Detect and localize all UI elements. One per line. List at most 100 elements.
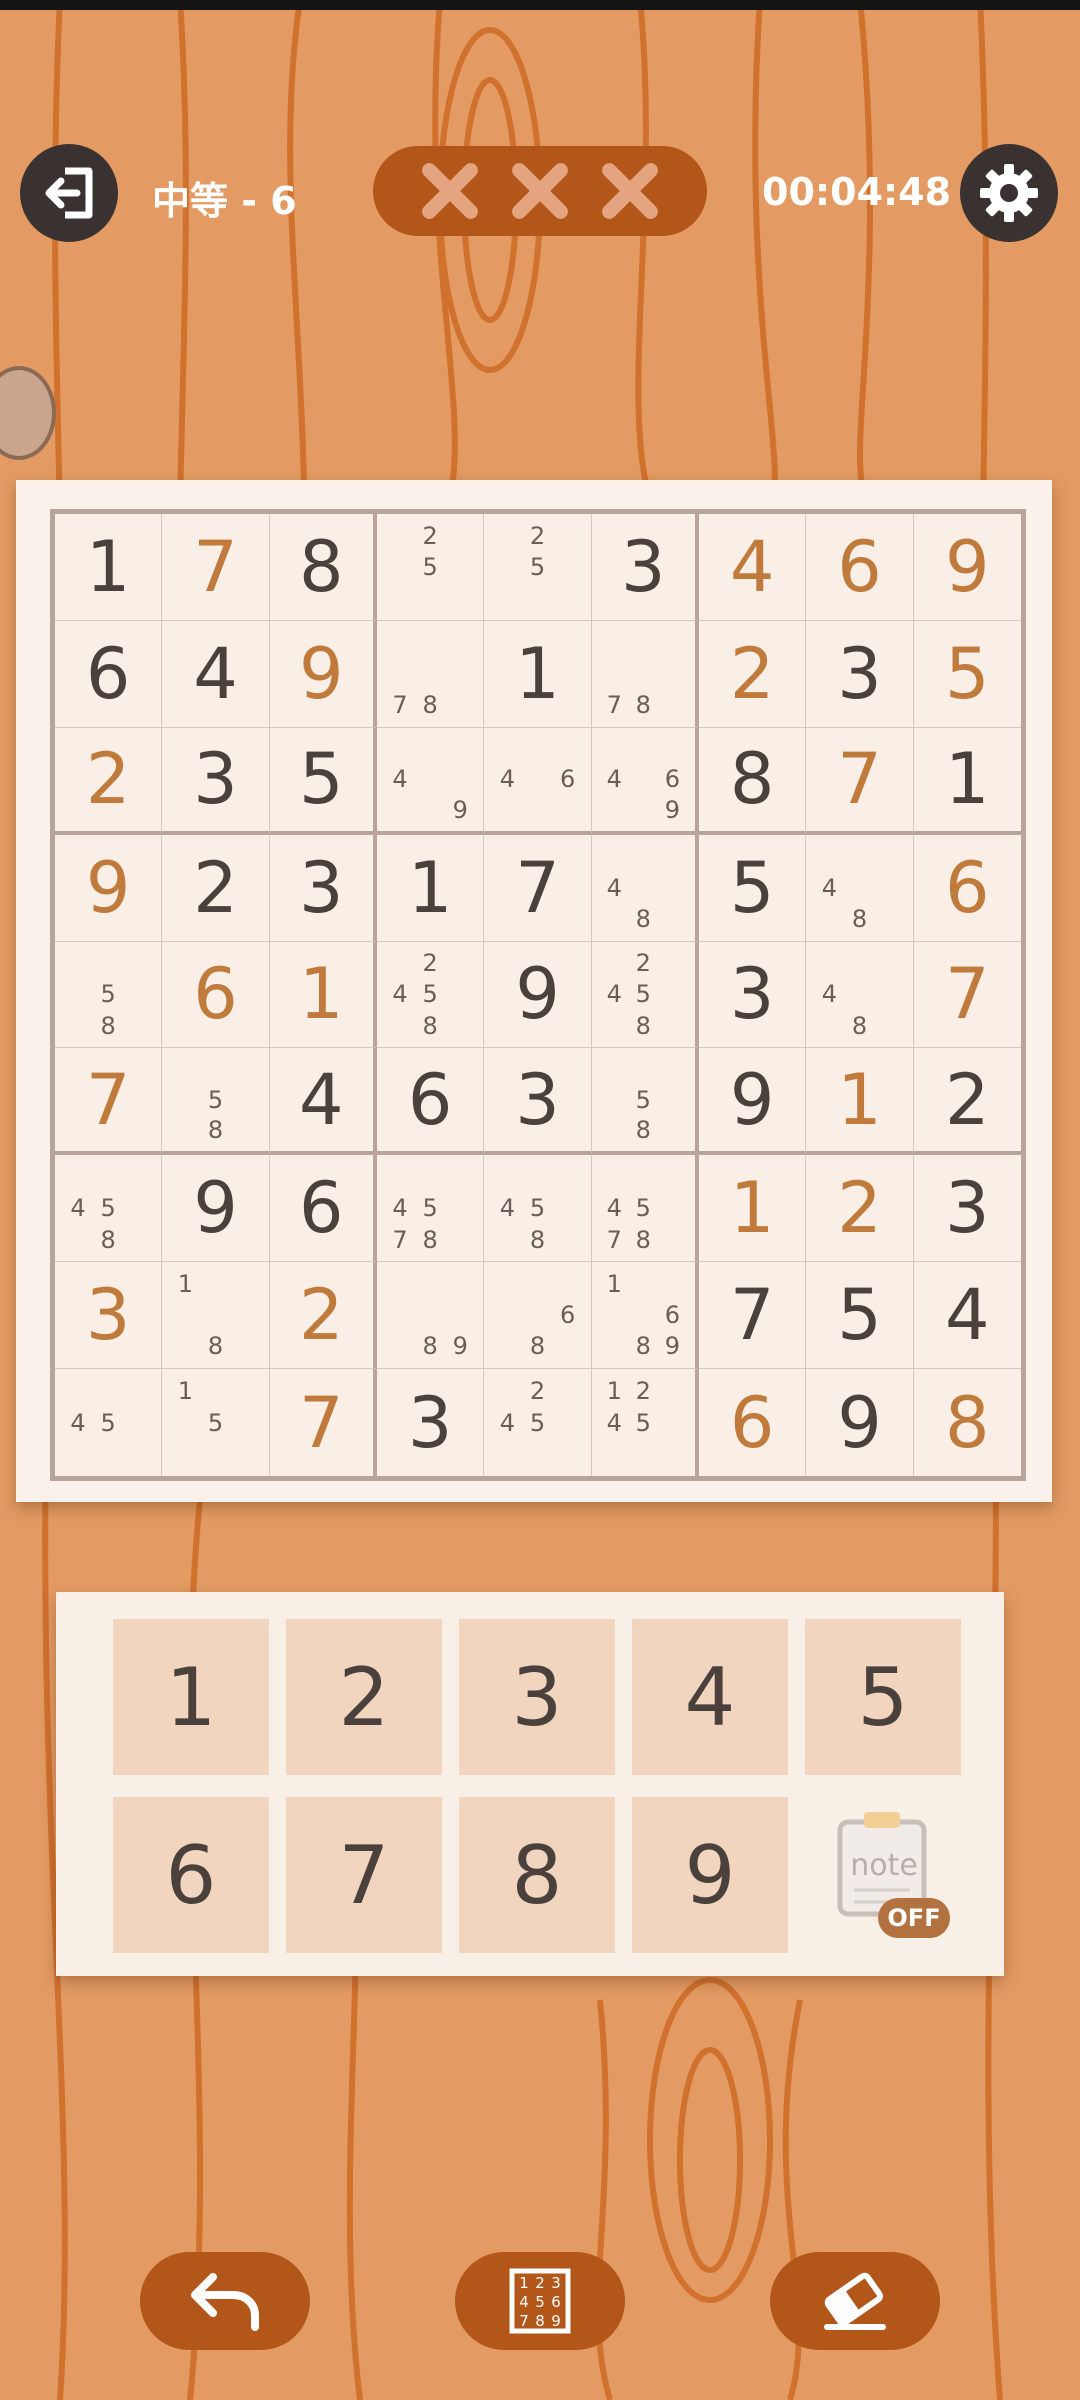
board-cell[interactable]: 25 [377,514,485,621]
board-cell[interactable]: 2 [162,834,270,942]
board-cell[interactable]: 78 [377,620,485,728]
board-cell[interactable]: 8 [699,727,807,835]
board-cell[interactable]: 3 [484,1048,592,1156]
board-cell[interactable]: 5 [806,1262,914,1370]
board-cell[interactable]: 58 [591,1048,699,1156]
board-cell[interactable]: 6 [806,514,914,621]
note-digit [629,872,658,903]
board-cell[interactable]: 3 [913,1155,1021,1263]
board-cell[interactable]: 7 [806,727,914,835]
sudoku-board[interactable]: 1782525346964978178235235494646987192317… [50,509,1026,1481]
key-8[interactable]: 8 [459,1797,615,1953]
board-cell[interactable]: 3 [55,1262,163,1370]
board-cell[interactable]: 78 [591,620,699,728]
board-cell[interactable]: 49 [377,727,485,835]
board-cell[interactable]: 7 [699,1262,807,1370]
erase-button[interactable] [770,2252,940,2350]
board-cell[interactable]: 3 [699,941,807,1049]
board-cell[interactable]: 5 [699,834,807,942]
note-digit: 7 [392,691,408,720]
board-cell[interactable]: 2 [806,1155,914,1263]
board-cell[interactable]: 48 [806,941,914,1049]
board-cell[interactable]: 7 [55,1048,163,1156]
board-cell[interactable]: 1 [806,1048,914,1156]
board-cell[interactable]: 245 [484,1369,592,1476]
board-cell[interactable]: 1689 [591,1262,699,1370]
board-cell[interactable]: 9 [55,834,163,942]
board-cell[interactable]: 1 [269,941,377,1049]
board-cell[interactable]: 3 [162,727,270,835]
board-cell[interactable]: 4 [699,514,807,621]
board-cell[interactable]: 4 [913,1262,1021,1370]
board-cell[interactable]: 7 [270,1369,377,1476]
board-cell[interactable]: 48 [591,834,699,942]
exit-button[interactable] [20,144,118,242]
board-cell[interactable]: 15 [162,1369,270,1476]
board-cell[interactable]: 5 [269,727,377,835]
board-cell[interactable]: 5 [913,621,1021,728]
key-5[interactable]: 5 [805,1619,961,1775]
board-cell[interactable]: 3 [377,1369,485,1476]
board-cell[interactable]: 1 [377,834,485,942]
key-6[interactable]: 6 [113,1797,269,1953]
board-cell[interactable]: 45 [55,1369,163,1476]
board-cell[interactable]: 2 [55,727,163,835]
board-cell[interactable]: 6 [269,1155,377,1263]
key-4[interactable]: 4 [632,1619,788,1775]
board-cell[interactable]: 6 [162,941,270,1049]
board-cell[interactable]: 89 [377,1262,485,1370]
board-cell[interactable]: 1 [484,620,592,728]
board-cell[interactable]: 2458 [377,941,485,1049]
board-cell[interactable]: 1 [913,728,1021,835]
board-cell[interactable]: 3 [806,620,914,728]
board-cell[interactable]: 4578 [591,1155,699,1263]
note-toggle[interactable]: note OFF [832,1810,952,1940]
board-cell[interactable]: 7 [484,834,592,942]
board-cell[interactable]: 3 [591,514,699,621]
board-cell[interactable]: 4 [269,1048,377,1156]
board-cell[interactable]: 6 [913,835,1021,942]
board-cell[interactable]: 18 [162,1262,270,1370]
board-cell[interactable]: 7 [913,942,1021,1049]
board-cell[interactable]: 4 69 [591,727,699,835]
board-cell[interactable]: 458 [55,1155,163,1263]
key-1[interactable]: 1 [113,1619,269,1775]
board-cell[interactable]: 46 [484,727,592,835]
board-cell[interactable]: 9 [269,620,377,728]
board-cell[interactable]: 9 [699,1048,807,1156]
board-cell[interactable]: 58 [55,941,163,1049]
key-7[interactable]: 7 [286,1797,442,1953]
board-cell[interactable]: 68 [484,1262,592,1370]
board-cell[interactable]: 9 [484,941,592,1049]
board-cell[interactable]: 25 [484,514,592,621]
candidates-button[interactable]: 123 456 789 [455,2252,625,2350]
key-9[interactable]: 9 [632,1797,788,1953]
settings-button[interactable] [960,144,1058,242]
board-cell[interactable]: 6 [377,1048,485,1156]
board-cell[interactable]: 2458 [591,941,699,1049]
board-cell[interactable]: 458 [484,1155,592,1263]
board-cell[interactable]: 8 [914,1369,1021,1476]
key-3[interactable]: 3 [459,1619,615,1775]
board-cell[interactable]: 1245 [592,1369,699,1476]
board-cell[interactable]: 9 [806,1369,914,1476]
svg-text:5: 5 [535,2293,545,2311]
board-cell[interactable]: 2 [699,620,807,728]
board-cell[interactable]: 1 [699,1155,807,1263]
board-cell[interactable]: 58 [162,1048,270,1156]
board-cell[interactable]: 4 [162,620,270,728]
board-cell[interactable]: 3 [269,834,377,942]
board-cell[interactable]: 8 [269,514,377,621]
board-cell[interactable]: 2 [913,1048,1021,1156]
board-cell[interactable]: 48 [806,834,914,942]
key-2[interactable]: 2 [286,1619,442,1775]
board-cell[interactable]: 1 [55,514,163,621]
undo-button[interactable] [140,2252,310,2350]
board-cell[interactable]: 6 [699,1369,807,1476]
board-cell[interactable]: 4578 [377,1155,485,1263]
board-cell[interactable]: 9 [162,1155,270,1263]
board-cell[interactable]: 2 [269,1262,377,1370]
board-cell[interactable]: 6 [55,620,163,728]
board-cell[interactable]: 7 [162,514,270,621]
board-cell[interactable]: 9 [913,514,1021,621]
